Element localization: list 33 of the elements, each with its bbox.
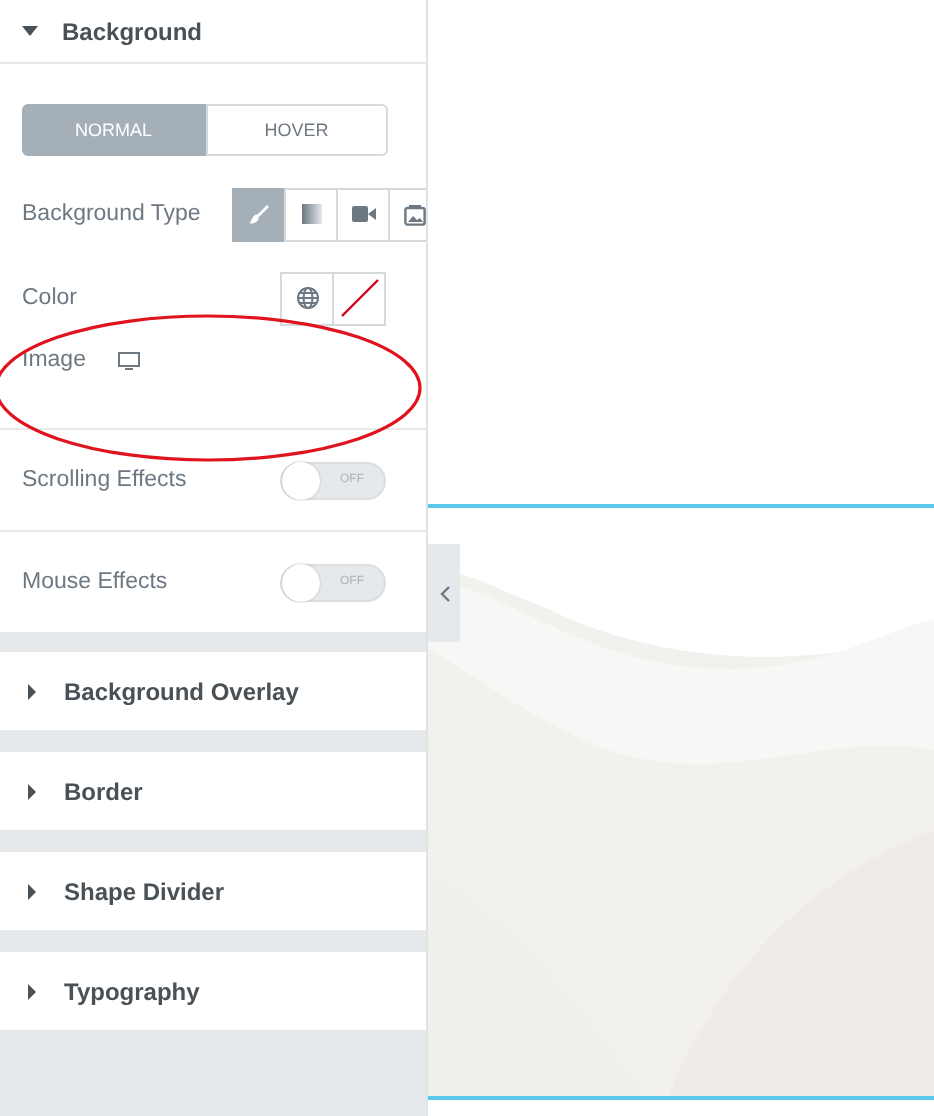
gradient-icon: [301, 204, 321, 224]
section-title[interactable]: Typography: [64, 977, 200, 1005]
field-label: Background Type: [22, 202, 201, 226]
globe-icon: [295, 286, 319, 310]
collapsed-section[interactable]: Background Overlay: [0, 652, 426, 730]
no-color-icon: [339, 278, 379, 318]
collapsed-section[interactable]: Border: [0, 752, 426, 830]
field-label: Mouse Effects: [22, 570, 168, 594]
state-tab[interactable]: HOVER: [205, 104, 388, 156]
field-label: Scrolling Effects: [22, 468, 187, 492]
gradient-option-button[interactable]: [284, 187, 338, 241]
caret-icon[interactable]: [24, 683, 40, 699]
video-camera-icon: [351, 206, 375, 222]
collapsed-section[interactable]: Typography: [0, 952, 426, 1030]
section-title[interactable]: Shape Divider: [64, 877, 225, 905]
field-label: Color: [22, 286, 77, 310]
image-icon: [404, 203, 426, 225]
color-swatch[interactable]: [332, 271, 386, 325]
video-option-button[interactable]: [336, 187, 390, 241]
brush-icon: [249, 204, 269, 224]
chevron-left-icon: [439, 585, 449, 601]
global-colors-button[interactable]: [280, 271, 334, 325]
section-title[interactable]: Border: [64, 777, 143, 805]
slideshow-option-button[interactable]: [388, 187, 426, 241]
caret-icon[interactable]: [22, 25, 38, 37]
caret-icon[interactable]: [24, 883, 40, 899]
field-label: Image: [22, 348, 86, 372]
section-title[interactable]: Background: [62, 17, 203, 45]
caret-icon[interactable]: [24, 783, 40, 799]
collapsed-section[interactable]: Shape Divider: [0, 852, 426, 930]
desktop-icon[interactable]: [117, 351, 140, 369]
section-title[interactable]: Background Overlay: [64, 677, 299, 705]
caret-icon[interactable]: [24, 983, 40, 999]
